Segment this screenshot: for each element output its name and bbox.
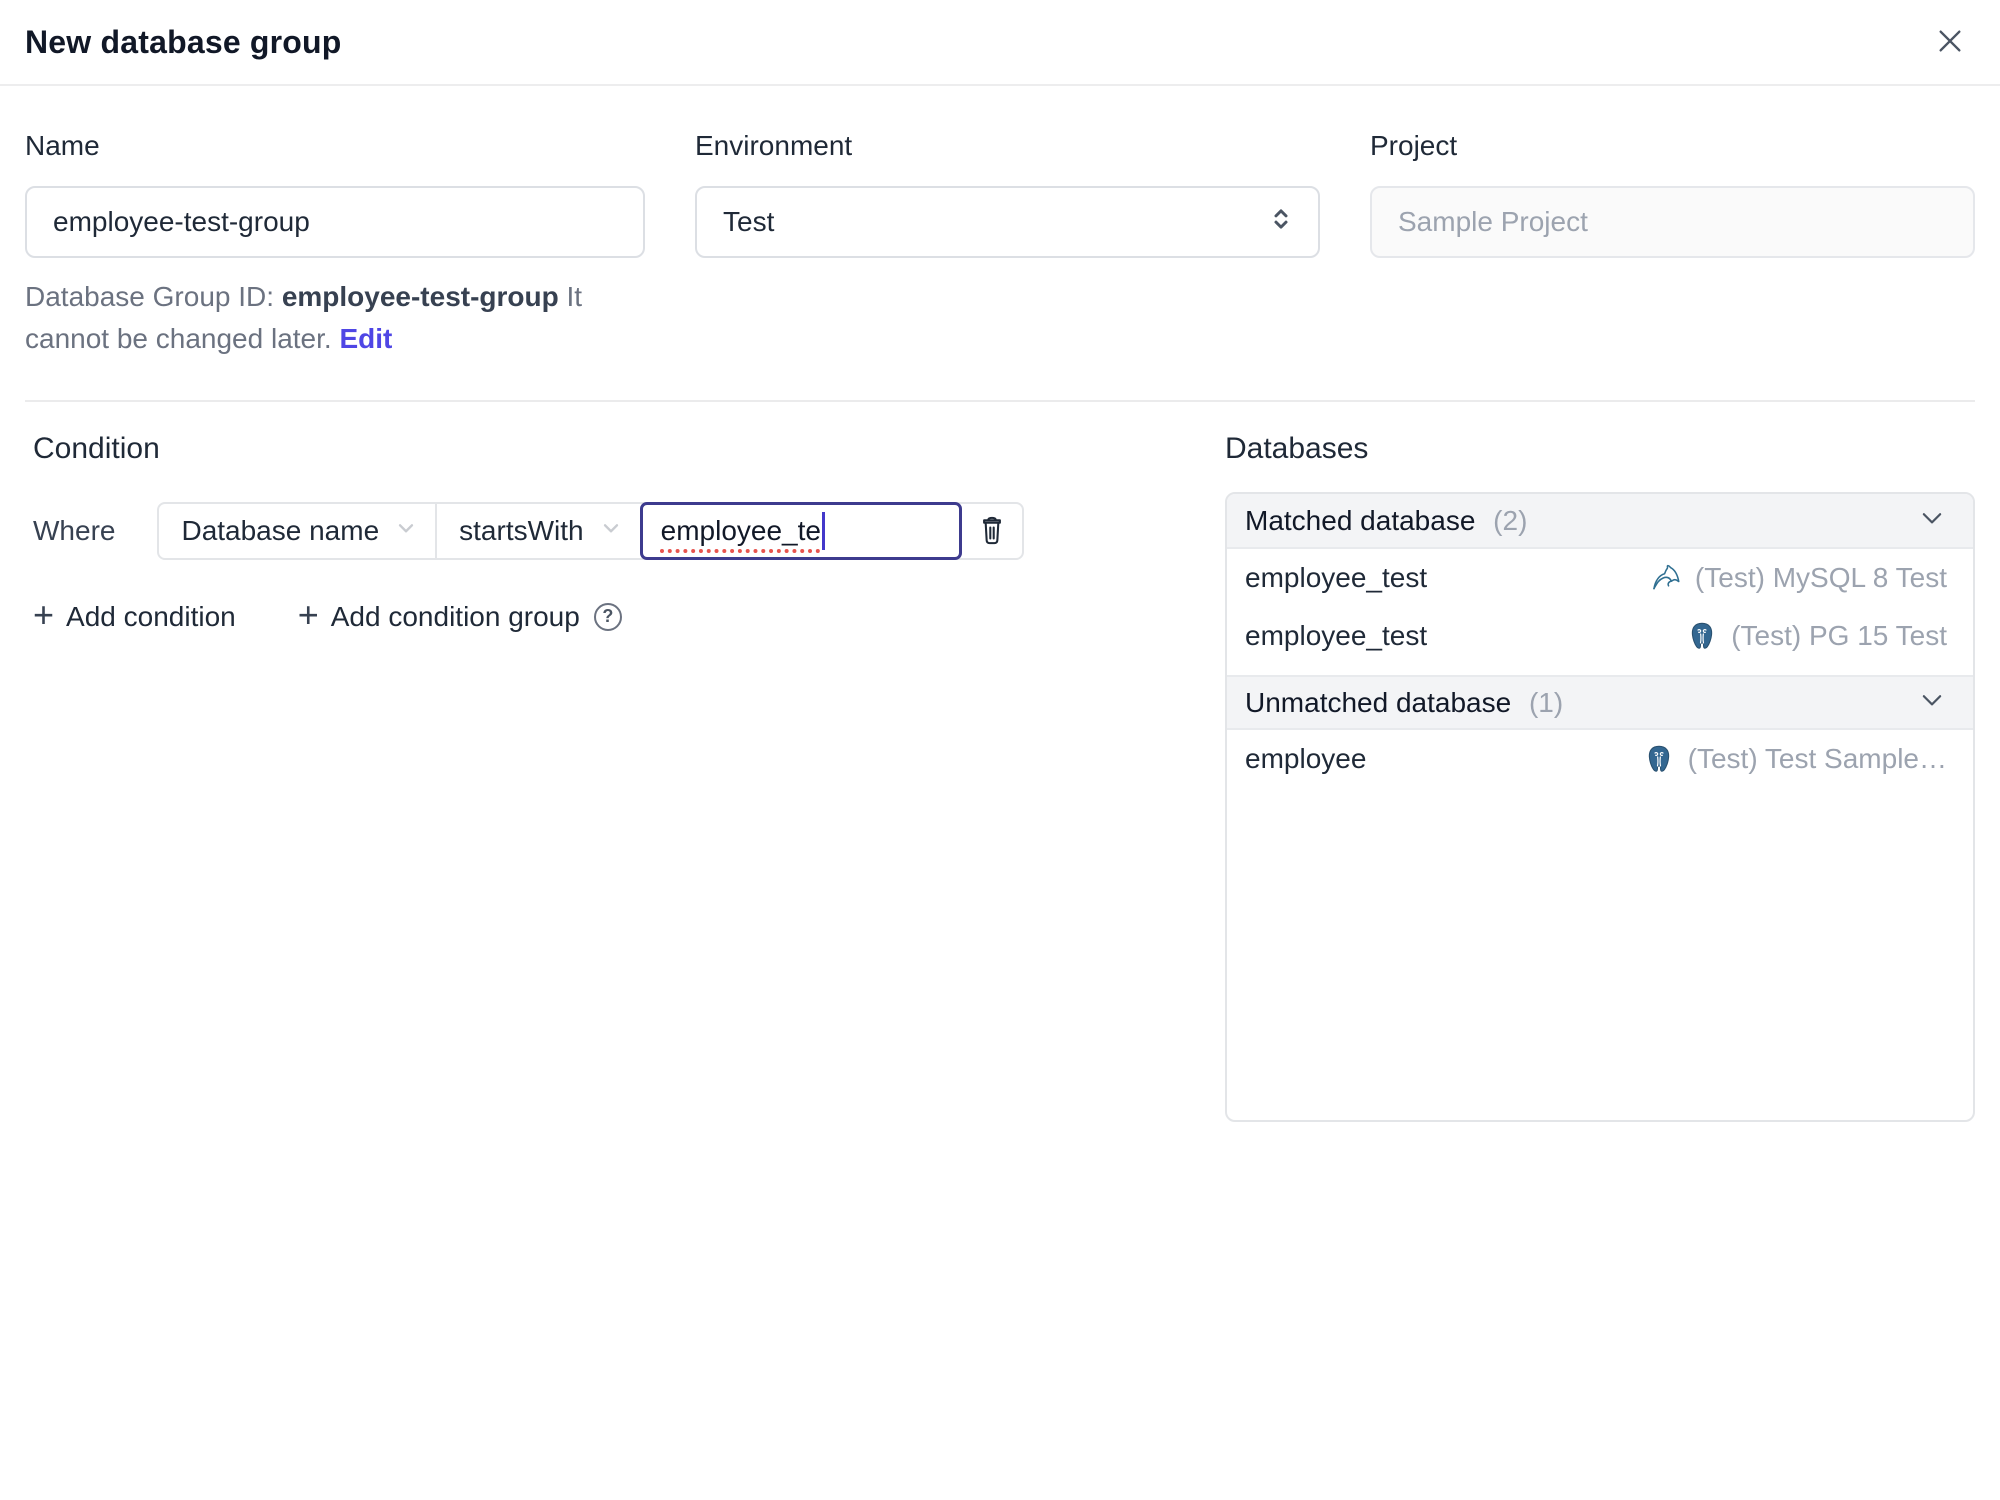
condition-value-text: employee_te (660, 515, 821, 546)
database-instance-label: (Test) PG 15 Test (1731, 620, 1947, 651)
condition-operator-value: startsWith (459, 515, 584, 546)
condition-factor-select[interactable]: Database name (159, 504, 438, 558)
new-database-group-dialog: New database group Name Database Group I… (0, 0, 2000, 1500)
main-area: Condition Where Database name startsWith (25, 432, 1975, 1122)
dialog-header: New database group (0, 0, 2000, 86)
environment-value: Test (723, 206, 775, 237)
matched-database-rows: employee_test (Test) MySQL 8 Test employ… (1227, 549, 1973, 675)
database-name: employee_test (1245, 620, 1428, 651)
condition-actions: + Add condition + Add condition group ? (33, 594, 1175, 635)
environment-field-group: Environment Test (695, 130, 1320, 360)
section-divider (25, 400, 1975, 402)
matched-database-count: (2) (1493, 504, 1528, 536)
environment-select[interactable]: Test (695, 186, 1320, 258)
postgresql-icon (1642, 742, 1676, 776)
mysql-icon (1649, 561, 1683, 595)
matched-database-title-text: Matched database (1245, 504, 1476, 536)
unmatched-database-title: Unmatched database (1) (1245, 687, 1563, 719)
matched-database-header[interactable]: Matched database (2) (1227, 494, 1973, 549)
condition-section: Condition Where Database name startsWith (25, 432, 1175, 1122)
condition-value-input[interactable]: employee_te (639, 502, 962, 560)
trash-icon (977, 513, 1007, 550)
chevron-down-icon (598, 515, 624, 548)
plus-icon: + (33, 594, 55, 635)
close-button[interactable] (1928, 20, 1972, 64)
where-label: Where (33, 515, 116, 546)
name-field-group: Name Database Group ID: employee-test-gr… (25, 130, 645, 360)
form-row: Name Database Group ID: employee-test-gr… (25, 130, 1975, 360)
databases-section: Databases Matched database (2) employee_… (1225, 432, 1975, 1122)
database-instance: (Test) MySQL 8 Test (1649, 561, 1947, 595)
databases-panel: Matched database (2) employee_test (Test… (1225, 492, 1975, 1122)
add-condition-group-button[interactable]: + Add condition group ? (297, 594, 622, 635)
edit-group-id-link[interactable]: Edit (339, 323, 392, 354)
group-id-hint-prefix: Database Group ID: (25, 281, 282, 312)
database-row[interactable]: employee (Test) Test Sample… (1227, 730, 1973, 788)
database-name: employee (1245, 743, 1367, 774)
unmatched-database-count: (1) (1528, 686, 1564, 718)
name-label: Name (25, 130, 100, 161)
close-icon (1934, 25, 1966, 60)
project-label: Project (1370, 130, 1458, 161)
condition-row: Where Database name startsWith employee_… (33, 502, 1175, 560)
databases-heading: Databases (1225, 432, 1369, 465)
project-input (1370, 186, 1975, 258)
condition-operator-select[interactable]: startsWith (437, 504, 639, 558)
postgresql-icon (1685, 619, 1719, 653)
database-row[interactable]: employee_test (Test) PG 15 Test (1227, 607, 1973, 665)
chevron-down-icon (1917, 503, 1947, 538)
database-instance-label: (Test) MySQL 8 Test (1694, 562, 1947, 593)
dialog-body: Name Database Group ID: employee-test-gr… (0, 86, 2000, 1500)
help-icon[interactable]: ? (593, 602, 622, 631)
condition-factor-value: Database name (181, 515, 380, 546)
add-condition-button[interactable]: + Add condition (33, 594, 236, 635)
delete-condition-button[interactable] (962, 504, 1022, 558)
matched-database-title: Matched database (2) (1245, 505, 1527, 537)
database-instance-label: (Test) Test Sample… (1687, 743, 1947, 774)
plus-icon: + (297, 594, 319, 635)
environment-label: Environment (695, 130, 853, 161)
text-caret (821, 512, 825, 550)
chevron-down-icon (1917, 685, 1947, 720)
select-arrows-icon (1266, 204, 1296, 241)
project-field-group: Project (1370, 130, 1975, 360)
condition-heading: Condition (33, 432, 160, 465)
chevron-down-icon (393, 515, 419, 548)
unmatched-database-title-text: Unmatched database (1245, 686, 1512, 718)
condition-group: Database name startsWith employee_te (157, 502, 1024, 560)
group-id-hint: Database Group ID: employee-test-group I… (25, 276, 650, 360)
database-instance: (Test) PG 15 Test (1685, 619, 1947, 653)
unmatched-database-header[interactable]: Unmatched database (1) (1227, 675, 1973, 730)
unmatched-database-rows: employee (Test) Test Sample… (1227, 730, 1973, 798)
database-row[interactable]: employee_test (Test) MySQL 8 Test (1227, 549, 1973, 607)
add-condition-label: Add condition (66, 600, 236, 632)
add-condition-group-label: Add condition group (330, 600, 580, 632)
group-id-value: employee-test-group (281, 281, 559, 312)
database-instance: (Test) Test Sample… (1642, 742, 1947, 776)
dialog-title: New database group (25, 23, 342, 60)
database-name: employee_test (1245, 562, 1428, 593)
name-input[interactable] (25, 186, 645, 258)
